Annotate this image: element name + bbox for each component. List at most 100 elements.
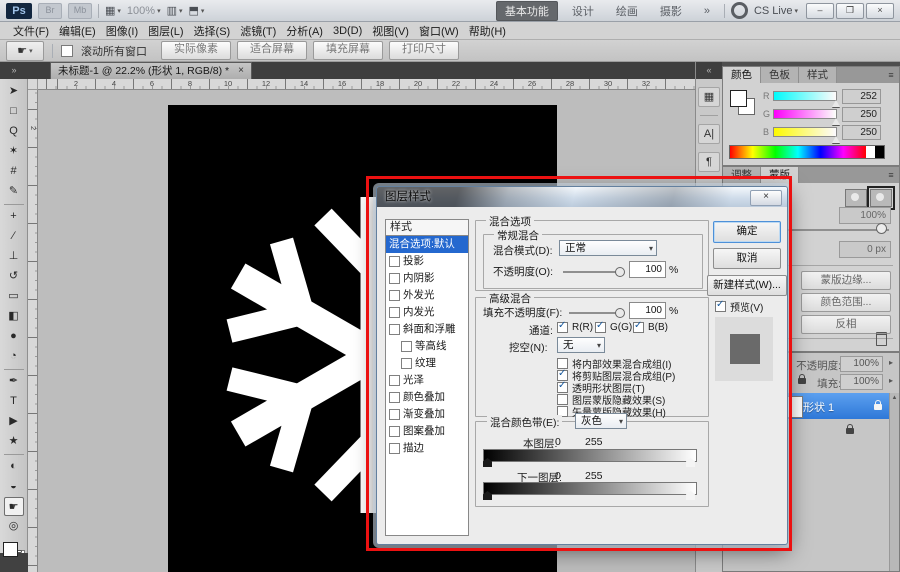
tool-3d-orbit[interactable]: ◒	[4, 477, 24, 496]
color-ramp[interactable]	[729, 145, 885, 159]
lock-icon[interactable]	[798, 378, 806, 384]
menu-file[interactable]: 文件(F)	[8, 23, 54, 39]
tool-move[interactable]: ➤	[4, 82, 24, 101]
menu-help[interactable]: 帮助(H)	[464, 23, 511, 39]
tab-close-icon[interactable]: ×	[238, 63, 244, 79]
view-extras-icon[interactable]: ▦▾	[105, 4, 121, 17]
character-panel-icon[interactable]: A|	[698, 124, 720, 144]
menu-image[interactable]: 图像(I)	[101, 23, 143, 39]
slider-knob[interactable]	[832, 100, 840, 107]
screen-mode-icon[interactable]: ⬒▾	[189, 4, 205, 17]
cs-live-menu[interactable]: CS Live▾	[754, 5, 798, 17]
tool-lasso[interactable]: Q	[4, 122, 24, 141]
fit-screen-button[interactable]: 适合屏幕	[237, 41, 307, 60]
document-tab[interactable]: 未标题-1 @ 22.2% (形状 1, RGB/8) * ×	[50, 62, 252, 79]
slider-knob[interactable]	[832, 136, 840, 143]
tool-gradient[interactable]: ◧	[4, 307, 24, 326]
workspace-essentials[interactable]: 基本功能	[496, 1, 558, 21]
tool-hand[interactable]: ☛	[4, 497, 24, 516]
swatches-panel-icon[interactable]: ▦	[698, 87, 720, 107]
opacity-value[interactable]: 100%	[840, 356, 883, 372]
menu-analysis[interactable]: 分析(A)	[281, 23, 328, 39]
menu-filter[interactable]: 滤镜(T)	[235, 23, 281, 39]
ruler-label: 32	[627, 79, 665, 88]
fill-value[interactable]: 100%	[840, 374, 883, 390]
menu-select[interactable]: 选择(S)	[189, 23, 236, 39]
foreground-color-swatch[interactable]	[3, 542, 18, 557]
tool-type[interactable]: T	[4, 392, 24, 411]
color-range-button[interactable]: 颜色范围...	[801, 293, 891, 312]
hand-tool-chip[interactable]: ☛▾	[6, 41, 44, 61]
tool-eyedropper[interactable]: ✎	[4, 182, 24, 201]
tool-3d-rotate[interactable]: ◐	[4, 457, 24, 476]
red-value[interactable]: 252	[842, 89, 881, 104]
mini-bridge-icon[interactable]: Mb	[68, 3, 92, 19]
pixel-mask-icon[interactable]	[845, 189, 867, 207]
dock-expand-arrow[interactable]: «	[696, 62, 722, 79]
mask-feather-value[interactable]: 0 px	[839, 241, 891, 258]
tool-marquee[interactable]: □	[4, 102, 24, 121]
app-title-bar: Ps Br Mb ▦▾ 100%▾ ▥▾ ⬒▾ 基本功能 设计 绘画 摄影 » …	[0, 0, 900, 22]
tool-magic-wand[interactable]: ✶	[4, 142, 24, 161]
slider-knob[interactable]	[832, 118, 840, 125]
paragraph-panel-icon[interactable]: ¶	[698, 152, 720, 172]
toolbar-collapse-arrow[interactable]: »	[0, 62, 28, 79]
tool-clone-stamp[interactable]: ⊥	[4, 247, 24, 266]
red-slider[interactable]	[773, 91, 837, 101]
workspace-painting[interactable]: 绘画	[608, 2, 646, 20]
panel-menu-icon[interactable]: ≡	[883, 167, 899, 183]
menu-edit[interactable]: 编辑(E)	[54, 23, 101, 39]
close-button[interactable]: ×	[866, 3, 894, 19]
foreground-color-swatch[interactable]	[730, 90, 747, 107]
white-swatch[interactable]	[866, 146, 875, 158]
tab-swatches[interactable]: 色板	[761, 67, 799, 83]
tool-zoom[interactable]: ◎	[4, 517, 24, 536]
menu-window[interactable]: 窗口(W)	[414, 23, 464, 39]
workspace-overflow[interactable]: »	[696, 4, 718, 18]
tool-blur[interactable]: ●	[4, 327, 24, 346]
black-swatch[interactable]	[875, 146, 884, 158]
fill-screen-button[interactable]: 填充屏幕	[313, 41, 383, 60]
tool-custom-shape[interactable]: ★	[4, 432, 24, 451]
fill-spinner-icon[interactable]: ▸	[889, 376, 893, 385]
blue-slider[interactable]	[773, 127, 837, 137]
spectrum-gradient[interactable]	[730, 146, 866, 158]
mask-density-value[interactable]: 100%	[839, 207, 891, 224]
tool-pen[interactable]: ✒	[4, 372, 24, 391]
green-value[interactable]: 250	[842, 107, 881, 122]
actual-pixels-button[interactable]: 实际像素	[161, 41, 231, 60]
menu-3d[interactable]: 3D(D)	[328, 25, 367, 37]
minimize-button[interactable]: –	[806, 3, 834, 19]
tab-styles[interactable]: 样式	[799, 67, 837, 83]
menu-view[interactable]: 视图(V)	[367, 23, 414, 39]
tool-crop[interactable]: #	[4, 162, 24, 181]
delete-mask-icon[interactable]	[876, 332, 887, 346]
green-slider[interactable]	[773, 109, 837, 119]
mask-edge-button[interactable]: 蒙版边缘...	[801, 271, 891, 290]
menu-layer[interactable]: 图层(L)	[143, 23, 188, 39]
arrange-documents-icon[interactable]: ▥▾	[167, 4, 183, 17]
workspace-photography[interactable]: 摄影	[652, 2, 690, 20]
bridge-icon[interactable]: Br	[38, 3, 62, 19]
scroll-all-windows-checkbox[interactable]	[61, 45, 73, 57]
tab-color[interactable]: 颜色	[723, 67, 761, 83]
tool-path-selection[interactable]: ▶	[4, 412, 24, 431]
workspace-design[interactable]: 设计	[564, 2, 602, 20]
tool-healing-brush[interactable]: +	[4, 207, 24, 226]
tool-dodge[interactable]: ◔	[4, 347, 24, 366]
tool-eraser[interactable]: ▭	[4, 287, 24, 306]
blue-value[interactable]: 250	[842, 125, 881, 140]
zoom-level-control[interactable]: 100%▾	[127, 5, 161, 17]
scroll-up-icon[interactable]: ▲	[892, 395, 898, 401]
vector-mask-icon[interactable]	[870, 189, 892, 207]
layers-scrollbar[interactable]: ▲	[889, 393, 899, 571]
tool-brush[interactable]: ∕	[4, 227, 24, 246]
vertical-ruler: 24681012141618202224	[28, 90, 38, 572]
ruler-label: 28	[551, 79, 589, 88]
opacity-spinner-icon[interactable]: ▸	[889, 358, 893, 367]
restore-button[interactable]: ❐	[836, 3, 864, 19]
print-size-button[interactable]: 打印尺寸	[389, 41, 459, 60]
density-slider-knob[interactable]	[876, 223, 887, 234]
panel-menu-icon[interactable]: ≡	[883, 67, 899, 83]
tool-history-brush[interactable]: ↺	[4, 267, 24, 286]
